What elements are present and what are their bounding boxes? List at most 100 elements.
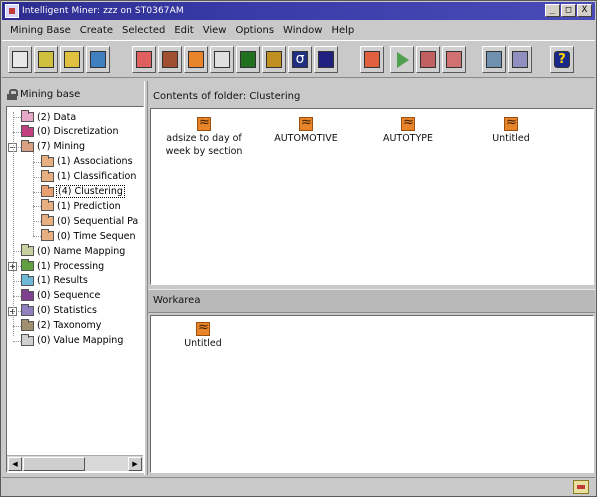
import-button[interactable] [86,46,110,73]
bar-button[interactable] [314,46,338,73]
table-button[interactable] [132,46,156,73]
status-bar [2,477,595,496]
tree-item-label: (0) Statistics [37,305,97,317]
tree-item[interactable]: (7) Mining [21,139,85,154]
tree-item[interactable]: (0) Time Sequen [41,229,136,243]
visualize-button[interactable] [508,46,532,73]
open-folder-button[interactable] [60,46,84,73]
tree-connector [13,251,21,253]
folder-icon [21,303,34,316]
close-button[interactable]: X [577,4,592,17]
status-icon[interactable] [573,480,589,494]
tree-item[interactable]: (0) Value Mapping [21,333,124,348]
edit-button[interactable] [34,46,58,73]
folder-icon [41,199,54,212]
tree-connector [13,325,21,327]
menu-create[interactable]: Create [80,25,113,36]
clustering-object-icon[interactable] [197,115,211,131]
splitter[interactable] [144,81,148,475]
visualize-icon [512,51,528,68]
tree-item-label: (0) Sequential Pa [57,215,139,227]
tree-item[interactable]: (1) Results [21,273,88,288]
tree-item[interactable]: (0) Discretization [21,124,119,139]
tree-vertical-line [13,112,14,336]
clustering-object-icon[interactable] [299,115,313,131]
tree-item[interactable]: (0) Sequence [21,288,100,303]
run-button[interactable] [390,46,414,73]
folder-icon [41,229,54,242]
tree-item-label: (1) Classification [57,171,137,183]
film-button[interactable] [158,46,182,73]
tree-connector [33,176,41,178]
workarea-pane[interactable]: Untitled [150,315,594,473]
tree-item-label: (1) Results [37,275,88,287]
tree-item[interactable]: (0) Sequential Pa [41,214,138,228]
mining-icon [188,51,204,68]
folder-icon [41,184,54,197]
process-icon [240,51,256,68]
menu-mining-base[interactable]: Mining Base [10,25,71,36]
scroll-left-arrow-icon[interactable]: ◀ [8,457,22,471]
clustering-object-icon[interactable] [196,320,210,336]
menu-window[interactable]: Window [283,25,322,36]
tree-item-label: (4) Clustering [56,185,125,198]
tree-connector [13,131,21,133]
tree-connector [33,206,41,208]
tree-horizontal-scrollbar[interactable]: ◀ ▶ [7,455,143,471]
tree-connector [13,117,21,118]
arrow-right-button[interactable] [262,46,286,73]
menu-help[interactable]: Help [331,25,354,36]
tree-item[interactable]: (2) Taxonomy [21,318,101,333]
tree-item[interactable]: (0) Statistics [21,303,97,318]
contents-object-label[interactable]: AUTOTYPE [368,132,448,145]
menu-bar: Mining Base Create Selected Edit View Op… [2,21,595,39]
main-window: Intelligent Miner: zzz on ST0367AM _ □ X… [0,0,597,497]
folder-icon [21,333,34,346]
tree-item-label: (0) Discretization [37,126,119,138]
folder-icon [21,318,34,331]
tree-item[interactable]: (2) Data [21,110,76,124]
tree-item[interactable]: (1) Processing [21,259,104,273]
menu-options[interactable]: Options [235,25,274,36]
contents-object-label[interactable]: adsize to day of week by section [158,132,250,158]
scroll-right-arrow-icon[interactable]: ▶ [128,457,142,471]
chart-button[interactable] [210,46,234,73]
results-button[interactable] [482,46,506,73]
help-button[interactable]: ? [550,46,574,73]
folder-icon [21,288,34,301]
help-icon: ? [554,51,570,68]
app-icon[interactable] [5,4,19,18]
tree-item-label: (0) Value Mapping [37,335,124,346]
clustering-object-icon[interactable] [504,115,518,131]
tree-connector [33,161,41,163]
title-bar[interactable]: Intelligent Miner: zzz on ST0367AM _ □ X [2,2,595,20]
mining-base-tree[interactable]: (2) Data (0) Discretization (7) Mining − (1)… [6,106,144,473]
contents-object-label[interactable]: AUTOMOTIVE [261,132,351,145]
clustering-object-icon[interactable] [401,115,415,131]
contents-pane[interactable]: adsize to day of week by section AUTOMOTI… [150,108,594,285]
results-icon [486,51,502,68]
tree-item[interactable]: (1) Classification [41,169,137,184]
tree-item[interactable]: (4) Clustering [41,184,125,199]
contents-object-label[interactable]: Untitled [476,132,546,145]
tree-item[interactable]: (0) Name Mapping [21,244,125,258]
sigma-button[interactable]: σ [288,46,312,73]
workarea-object-label[interactable]: Untitled [168,337,238,350]
new-button[interactable] [8,46,32,73]
film-icon [162,51,178,68]
tree-item[interactable]: (1) Associations [41,154,133,169]
stop-run-button[interactable] [416,46,440,73]
scroll-thumb[interactable] [23,457,85,471]
minimize-button[interactable]: _ [545,4,560,17]
tree-item-label: (1) Processing [37,260,105,272]
workarea-header-bar [148,289,595,313]
menu-view[interactable]: View [203,25,227,36]
menu-edit[interactable]: Edit [174,25,193,36]
maximize-button[interactable]: □ [561,4,576,17]
process-button[interactable] [236,46,260,73]
report-button[interactable] [360,46,384,73]
menu-selected[interactable]: Selected [122,25,165,36]
tree-item[interactable]: (1) Prediction [41,199,121,213]
mining-button[interactable] [184,46,208,73]
delete-button[interactable] [442,46,466,73]
